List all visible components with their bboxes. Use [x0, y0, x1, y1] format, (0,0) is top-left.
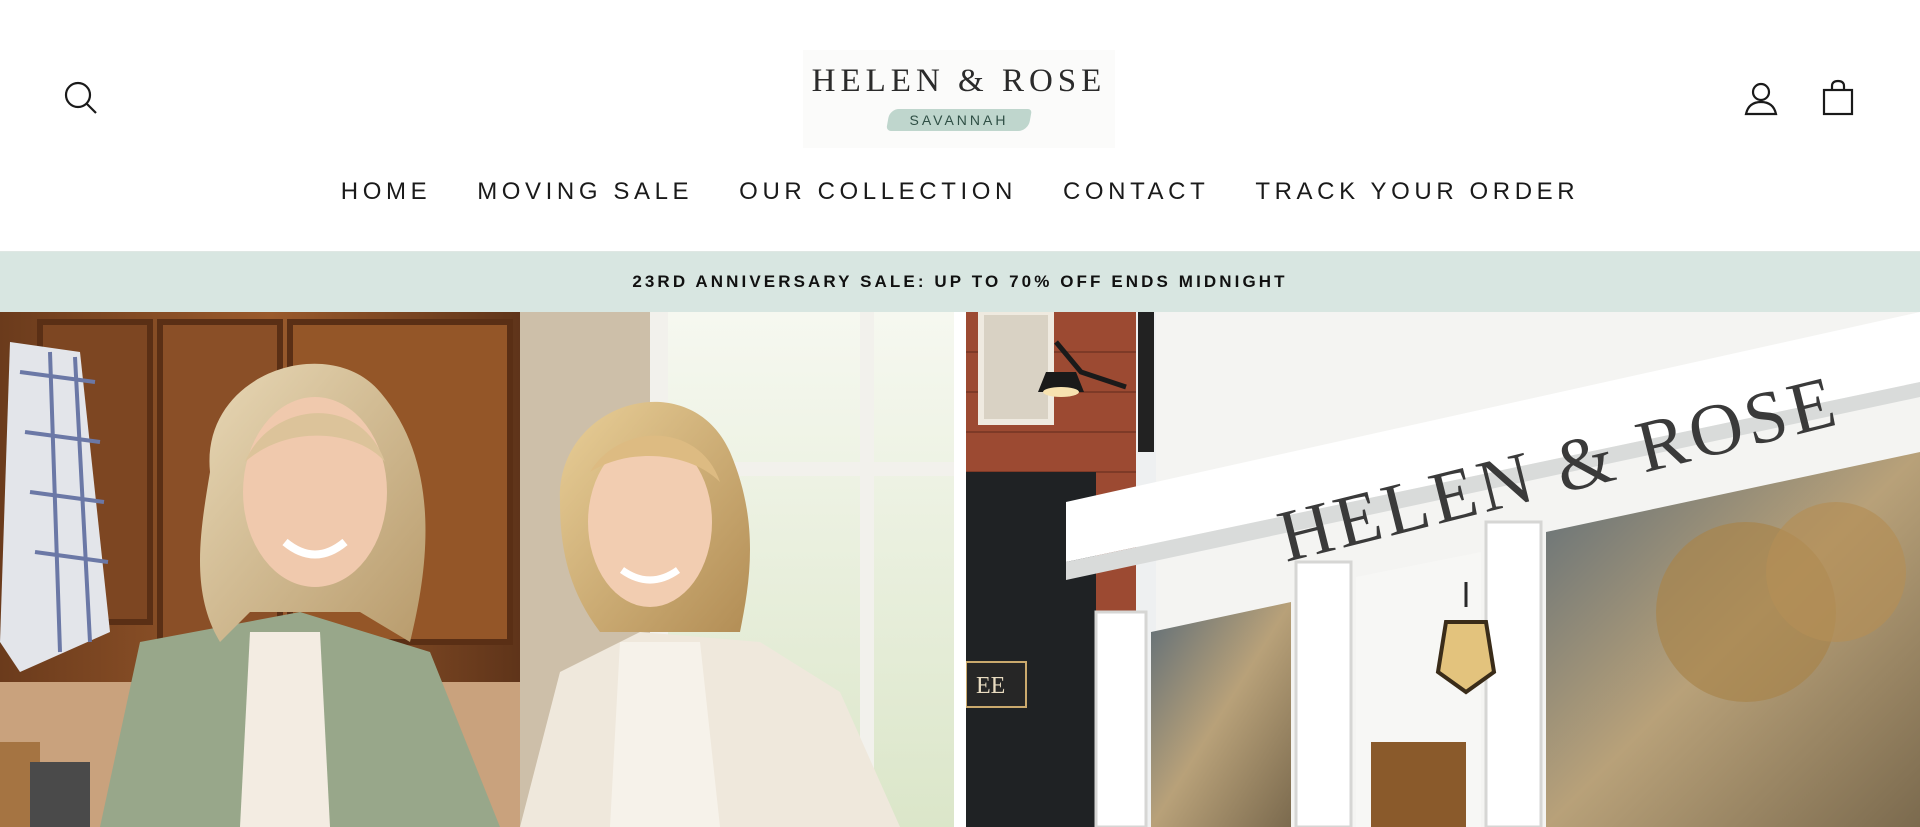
logo-subtitle: SAVANNAH: [909, 112, 1009, 128]
side-sign-text: EE: [976, 673, 1005, 699]
nav-item-moving-sale[interactable]: MOVING SALE: [477, 178, 693, 206]
kitchen-photo-illustration: [0, 312, 954, 827]
nav-item-track-your-order[interactable]: TRACK YOUR ORDER: [1255, 178, 1579, 206]
hero-section: EE HELEN & ROSE: [0, 312, 1920, 827]
announcement-text: 23RD ANNIVERSARY SALE: UP TO 70% OFF END…: [632, 272, 1288, 291]
shopping-bag-icon: [1822, 79, 1854, 116]
site-logo[interactable]: HELEN & ROSE SAVANNAH: [803, 50, 1115, 148]
account-button[interactable]: [1737, 74, 1785, 122]
hero-image-women-kitchen[interactable]: [0, 312, 954, 827]
nav-item-our-collection[interactable]: OUR COLLECTION: [739, 178, 1017, 206]
logo-subtitle-badge: SAVANNAH: [888, 107, 1030, 133]
search-button[interactable]: [57, 74, 105, 122]
nav-item-contact[interactable]: CONTACT: [1063, 178, 1209, 206]
cart-button[interactable]: [1814, 74, 1862, 122]
storefront-photo-illustration: EE HELEN & ROSE: [966, 312, 1920, 827]
site-header: HELEN & ROSE SAVANNAH HOME MOVING SALE O…: [0, 0, 1920, 252]
search-icon: [64, 81, 97, 114]
main-nav: HOME MOVING SALE OUR COLLECTION CONTACT …: [0, 172, 1920, 212]
nav-item-home[interactable]: HOME: [341, 178, 431, 206]
user-icon: [1744, 82, 1778, 116]
announcement-bar: 23RD ANNIVERSARY SALE: UP TO 70% OFF END…: [0, 252, 1920, 312]
hero-image-storefront[interactable]: EE HELEN & ROSE: [966, 312, 1920, 827]
logo-title: HELEN & ROSE: [811, 63, 1107, 99]
